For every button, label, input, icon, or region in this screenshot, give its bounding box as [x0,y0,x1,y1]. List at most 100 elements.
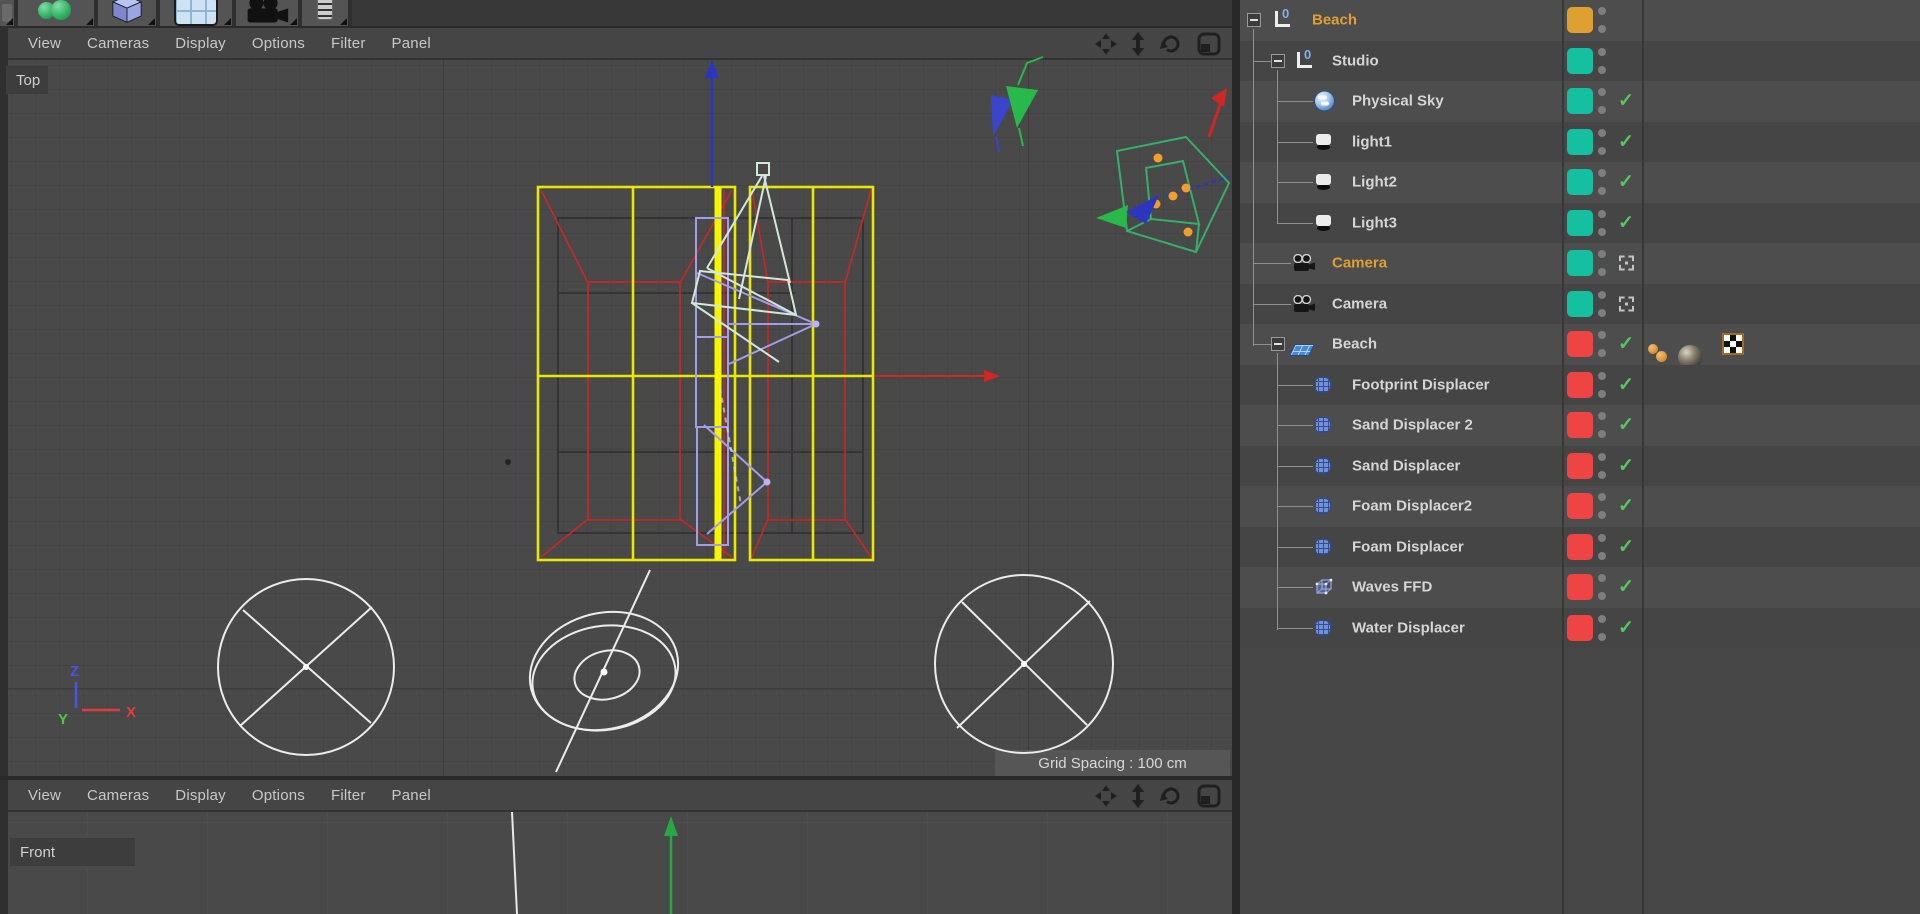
menu-item-panel[interactable]: Panel [392,787,431,804]
enabled-check-icon[interactable]: ✓ [1618,130,1634,153]
visibility-dots[interactable] [1598,46,1606,76]
visibility-dots[interactable] [1598,532,1606,562]
expander-collapse[interactable] [1270,53,1285,68]
layer-color-swatch[interactable] [1567,331,1593,358]
menu-item-display[interactable]: Display [175,787,226,804]
rotate-view-icon[interactable] [1158,783,1184,809]
object-label[interactable]: Beach [1332,336,1377,353]
visibility-dots[interactable] [1598,248,1606,278]
panel-divider[interactable] [1232,0,1240,914]
enabled-check-icon[interactable]: ✓ [1618,576,1634,599]
object-row-camera[interactable]: Camera [1240,243,1920,284]
enabled-check-icon[interactable]: ✓ [1618,616,1634,639]
object-row-waves-ffd[interactable]: Waves FFD ✓ [1240,567,1920,608]
menu-item-options[interactable]: Options [252,787,305,804]
menu-item-filter[interactable]: Filter [331,787,366,804]
layer-color-swatch[interactable] [1567,47,1593,74]
visibility-dots[interactable] [1598,86,1606,116]
menu-item-filter[interactable]: Filter [331,35,366,52]
enabled-check-icon[interactable]: ✓ [1618,495,1634,518]
enabled-check-icon[interactable]: ✓ [1618,171,1634,194]
visibility-dots[interactable] [1598,5,1606,35]
object-label[interactable]: Waves FFD [1352,579,1432,596]
menu-item-options[interactable]: Options [252,35,305,52]
expander-collapse[interactable] [1247,13,1261,28]
layer-color-swatch[interactable] [1567,7,1593,34]
object-label[interactable]: Sand Displacer [1352,457,1460,474]
object-row-sand-displacer-2[interactable]: Sand Displacer 2 ✓ [1240,405,1920,446]
layer-color-swatch[interactable] [1567,209,1593,236]
toggle-panel-icon[interactable] [1196,783,1222,809]
viewport-name-top[interactable]: Top [6,66,48,94]
object-row-foam-displacer2[interactable]: Foam Displacer2 ✓ [1240,486,1920,527]
pan-view-icon[interactable] [1094,783,1118,809]
visibility-dots[interactable] [1598,208,1606,238]
layer-color-swatch[interactable] [1567,533,1593,560]
layer-color-swatch[interactable] [1567,493,1593,520]
enabled-check-icon[interactable]: ✓ [1618,333,1634,356]
object-row-beach[interactable]: 0 Beach [1240,0,1920,41]
layer-color-swatch[interactable] [1567,88,1593,115]
visibility-dots[interactable] [1598,289,1606,319]
layer-color-swatch[interactable] [1567,574,1593,601]
layer-color-swatch[interactable] [1567,128,1593,155]
zoom-view-icon[interactable] [1130,783,1146,809]
zoom-view-icon[interactable] [1130,31,1146,57]
object-row-light1[interactable]: light1 ✓ [1240,121,1920,162]
object-row-physical-sky[interactable]: Physical Sky ✓ [1240,81,1920,122]
enabled-check-icon[interactable]: ✓ [1618,454,1634,477]
object-label[interactable]: Foam Displacer2 [1352,498,1472,515]
object-row-light2[interactable]: Light2 ✓ [1240,162,1920,203]
object-label[interactable]: Studio [1332,52,1379,69]
menu-item-view[interactable]: View [28,35,61,52]
menu-item-display[interactable]: Display [175,35,226,52]
object-row-footprint-displacer[interactable]: Footprint Displacer ✓ [1240,364,1920,405]
object-label[interactable]: Water Displacer [1352,619,1465,636]
object-label[interactable]: Beach [1312,12,1357,29]
viewport-front-view[interactable] [8,812,1232,914]
layer-color-swatch[interactable] [1567,371,1593,398]
render-view-icon[interactable] [1619,296,1634,312]
layer-color-swatch[interactable] [1567,250,1593,277]
selection-spheres-tool-icon[interactable] [18,0,96,26]
partial-tool-icon[interactable] [0,0,16,26]
visibility-dots[interactable] [1598,572,1606,602]
compositing-tag[interactable] [1722,333,1744,356]
object-row-beach[interactable]: Beach ✓ [1240,324,1920,370]
camera-tool-icon[interactable] [236,0,300,26]
render-view-icon[interactable] [1619,255,1634,271]
cube-primitive-tool-icon[interactable] [98,0,158,26]
menu-item-panel[interactable]: Panel [392,35,431,52]
visibility-dots[interactable] [1598,613,1606,643]
enabled-check-icon[interactable]: ✓ [1618,90,1634,113]
menu-item-cameras[interactable]: Cameras [87,35,149,52]
object-row-water-displacer[interactable]: Water Displacer ✓ [1240,607,1920,648]
viewport-top-view[interactable] [8,60,1232,776]
object-label[interactable]: Camera [1332,295,1387,312]
object-row-sand-displacer[interactable]: Sand Displacer ✓ [1240,445,1920,486]
object-row-studio[interactable]: 0 Studio [1240,40,1920,81]
layer-color-swatch[interactable] [1567,290,1593,317]
visibility-dots[interactable] [1598,127,1606,157]
layer-color-swatch[interactable] [1567,614,1593,641]
menu-item-view[interactable]: View [28,787,61,804]
visibility-dots[interactable] [1598,491,1606,521]
viewport-name-front[interactable]: Front [10,838,135,866]
object-label[interactable]: Physical Sky [1352,93,1444,110]
expander-collapse[interactable] [1270,337,1285,352]
visibility-dots[interactable] [1598,329,1606,359]
object-label[interactable]: Light2 [1352,174,1397,191]
object-label[interactable]: Foam Displacer [1352,538,1464,555]
enabled-check-icon[interactable]: ✓ [1618,211,1634,234]
object-label[interactable]: Light3 [1352,214,1397,231]
visibility-dots[interactable] [1598,167,1606,197]
layer-color-swatch[interactable] [1567,452,1593,479]
toggle-panel-icon[interactable] [1196,31,1222,57]
visibility-dots[interactable] [1598,451,1606,481]
layer-color-swatch[interactable] [1567,412,1593,439]
layer-color-swatch[interactable] [1567,169,1593,196]
enabled-check-icon[interactable]: ✓ [1618,373,1634,396]
rotate-view-icon[interactable] [1158,31,1184,57]
object-row-foam-displacer[interactable]: Foam Displacer ✓ [1240,526,1920,567]
viewport-layout-tool-icon[interactable] [160,0,234,26]
